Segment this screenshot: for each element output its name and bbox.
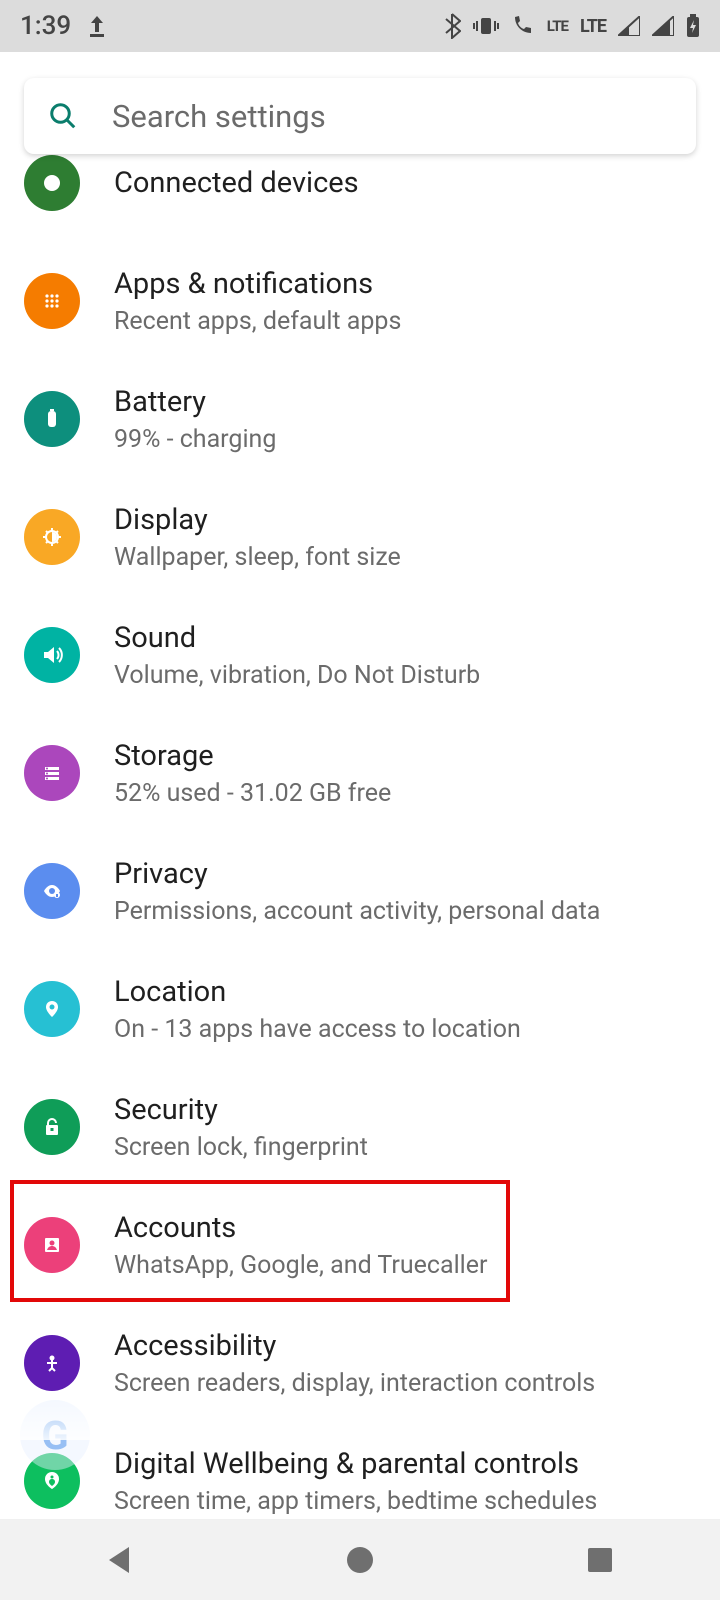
item-subtitle: 99% - charging [114, 425, 276, 454]
item-texts: Privacy Permissions, account activity, pe… [114, 857, 600, 926]
item-title: Security [114, 1093, 368, 1127]
item-subtitle: WhatsApp, Google, and Truecaller [114, 1251, 487, 1280]
item-subtitle: Screen time, app timers, bedtime schedul… [114, 1487, 597, 1516]
item-title: Sound [114, 621, 480, 655]
item-title: Apps & notifications [114, 267, 401, 301]
item-texts: Accessibility Screen readers, display, in… [114, 1329, 595, 1398]
settings-item-apps-notifications[interactable]: Apps & notifications Recent apps, default… [0, 242, 720, 360]
signal-icon-1 [618, 16, 640, 36]
item-subtitle: 52% used - 31.02 GB free [114, 779, 391, 808]
lte-label-1: LTE [547, 17, 568, 35]
volte-icon [511, 15, 535, 37]
item-subtitle: Volume, vibration, Do Not Disturb [114, 661, 480, 690]
bluetooth-icon [443, 13, 461, 39]
settings-item-sound[interactable]: Sound Volume, vibration, Do Not Disturb [0, 596, 720, 714]
item-icon [24, 1099, 80, 1155]
item-texts: Digital Wellbeing & parental controls Scr… [114, 1447, 597, 1516]
assistant-badge[interactable]: G [20, 1400, 90, 1470]
search-placeholder: Search settings [112, 98, 326, 135]
search-icon [48, 101, 78, 131]
item-icon [24, 509, 80, 565]
item-icon [24, 1217, 80, 1273]
item-title: Storage [114, 739, 391, 773]
item-icon [24, 155, 80, 211]
settings-item-display[interactable]: Display Wallpaper, sleep, font size [0, 478, 720, 596]
item-texts: Location On - 13 apps have access to loca… [114, 975, 521, 1044]
item-icon [24, 391, 80, 447]
item-texts: Connected devices [114, 166, 359, 200]
item-title: Battery [114, 385, 276, 419]
status-right: LTE LTE [443, 13, 700, 39]
signal-icon-2 [652, 16, 674, 36]
item-subtitle: Screen lock, fingerprint [114, 1133, 368, 1162]
settings-item-storage[interactable]: Storage 52% used - 31.02 GB free [0, 714, 720, 832]
item-icon [24, 745, 80, 801]
status-bar: 1:39 LTE LTE [0, 0, 720, 52]
settings-item-security[interactable]: Security Screen lock, fingerprint [0, 1068, 720, 1186]
item-texts: Storage 52% used - 31.02 GB free [114, 739, 391, 808]
item-subtitle: Permissions, account activity, personal … [114, 897, 600, 926]
item-texts: Security Screen lock, fingerprint [114, 1093, 368, 1162]
item-texts: Sound Volume, vibration, Do Not Disturb [114, 621, 480, 690]
item-subtitle: On - 13 apps have access to location [114, 1015, 521, 1044]
status-left: 1:39 [20, 11, 107, 41]
settings-content: Search settings Connected devices Apps & … [0, 52, 720, 1520]
nav-recent-button[interactable] [579, 1539, 621, 1581]
item-texts: Apps & notifications Recent apps, default… [114, 267, 401, 336]
status-time: 1:39 [20, 11, 71, 41]
item-subtitle: Wallpaper, sleep, font size [114, 543, 401, 572]
item-icon [24, 981, 80, 1037]
settings-item-battery[interactable]: Battery 99% - charging [0, 360, 720, 478]
battery-charging-icon [686, 14, 700, 38]
item-icon [24, 1335, 80, 1391]
item-title: Privacy [114, 857, 600, 891]
nav-home-button[interactable] [339, 1539, 381, 1581]
item-title: Digital Wellbeing & parental controls [114, 1447, 597, 1481]
item-title: Display [114, 503, 401, 537]
item-icon [24, 273, 80, 329]
item-title: Location [114, 975, 521, 1009]
settings-item-accounts[interactable]: Accounts WhatsApp, Google, and Truecaller [0, 1186, 720, 1304]
item-texts: Battery 99% - charging [114, 385, 276, 454]
item-title: Accessibility [114, 1329, 595, 1363]
settings-item-digital-wellbeing-parental-controls[interactable]: Digital Wellbeing & parental controls Scr… [0, 1422, 720, 1520]
item-title: Connected devices [114, 166, 359, 200]
item-subtitle: Screen readers, display, interaction con… [114, 1369, 595, 1398]
vibrate-icon [473, 16, 499, 36]
item-icon [24, 863, 80, 919]
item-subtitle: Recent apps, default apps [114, 307, 401, 336]
system-nav-bar [0, 1520, 720, 1600]
item-title: Accounts [114, 1211, 487, 1245]
upload-icon [87, 14, 107, 38]
settings-list[interactable]: Connected devices Apps & notifications Rec… [0, 52, 720, 1520]
settings-item-location[interactable]: Location On - 13 apps have access to loca… [0, 950, 720, 1068]
settings-item-accessibility[interactable]: Accessibility Screen readers, display, in… [0, 1304, 720, 1422]
item-texts: Accounts WhatsApp, Google, and Truecaller [114, 1211, 487, 1280]
nav-back-button[interactable] [99, 1539, 141, 1581]
item-icon [24, 627, 80, 683]
item-texts: Display Wallpaper, sleep, font size [114, 503, 401, 572]
lte-label-2: LTE [580, 16, 606, 37]
search-settings[interactable]: Search settings [24, 78, 696, 154]
settings-item-privacy[interactable]: Privacy Permissions, account activity, pe… [0, 832, 720, 950]
